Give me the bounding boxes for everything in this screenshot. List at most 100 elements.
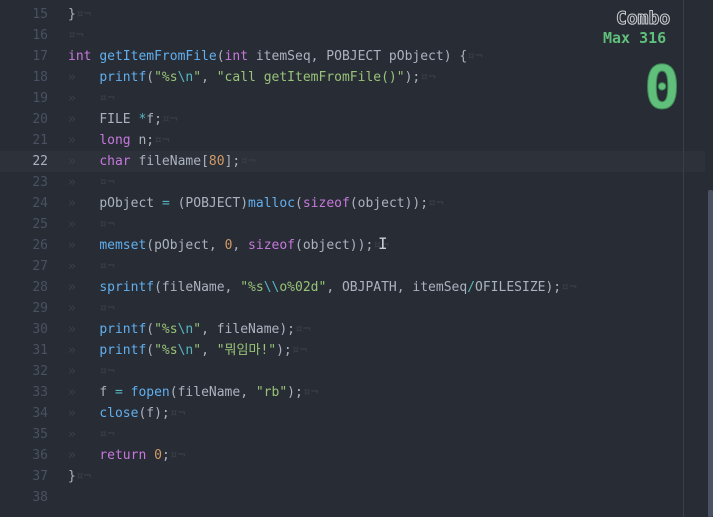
line-code[interactable]: » ¤¬	[68, 172, 115, 193]
invisible-char-marker: »	[68, 112, 100, 127]
combo-count-text: 0	[644, 58, 680, 114]
code-line[interactable]: 38	[0, 487, 705, 508]
code-token: "	[193, 343, 202, 358]
code-line[interactable]: 36 » return 0;¤¬	[0, 445, 705, 466]
code-line[interactable]: 32 » ¤¬	[0, 361, 705, 382]
code-token: memset	[99, 238, 147, 253]
line-code[interactable]: » pObject = (POBJECT)malloc(sizeof(objec…	[68, 193, 444, 214]
line-code[interactable]: » printf("%s\n", "call getItemFromFile()…	[68, 67, 436, 88]
line-code[interactable]: » close(f);¤¬	[68, 403, 185, 424]
code-token: \n	[177, 322, 194, 337]
code-line[interactable]: 35 » ¤¬	[0, 424, 705, 445]
code-token: );	[276, 343, 292, 358]
code-token: (	[146, 322, 155, 337]
line-code[interactable]: » printf("%s\n", fileName);¤¬	[68, 319, 311, 340]
line-code[interactable]: » f = fopen(fileName, "rb");¤¬	[68, 382, 318, 403]
code-line[interactable]: 31 » printf("%s\n", "뭐임마!");¤¬	[0, 340, 705, 361]
code-token: );	[287, 385, 303, 400]
invisible-char-marker: » ¤¬	[68, 175, 115, 190]
code-token: }	[68, 7, 76, 22]
code-line[interactable]: 30 » printf("%s\n", fileName);¤¬	[0, 319, 705, 340]
code-token: ,	[201, 70, 217, 85]
invisible-char-marker: ¤¬	[240, 154, 256, 169]
line-code[interactable]: » sprintf(fileName, "%s\\o%02d", OBJPATH…	[68, 277, 577, 298]
code-token: \n	[177, 343, 194, 358]
code-token: );	[404, 70, 421, 85]
code-token: "	[193, 322, 202, 337]
code-line[interactable]: 21 » long n;¤¬	[0, 130, 705, 151]
code-line[interactable]: 25 » ¤¬	[0, 214, 705, 235]
code-lines[interactable]: 15}¤¬ 16 ¤¬ 17 int getItemFromFile(int itemS…	[0, 4, 705, 508]
code-line[interactable]: 28 » sprintf(fileName, "%s\\o%02d", OBJPA…	[0, 277, 705, 298]
code-token: ];	[224, 154, 241, 169]
line-number: 23	[32, 175, 48, 190]
line-code[interactable]: ¤¬	[68, 25, 84, 46]
code-token: o%02d"	[279, 280, 327, 295]
code-line[interactable]: 20 » FILE *f;¤¬	[0, 109, 705, 130]
code-token: ;	[161, 448, 170, 463]
invisible-char-marker: ¤¬	[467, 49, 483, 64]
line-code[interactable]: » return 0;¤¬	[68, 445, 185, 466]
code-line[interactable]: 17 int getItemFromFile(int itemSeq, POBJE…	[0, 46, 705, 67]
code-token: /	[467, 280, 476, 295]
line-number: 22	[32, 154, 48, 169]
line-code[interactable]: » ¤¬	[68, 298, 115, 319]
line-number: 28	[32, 280, 48, 295]
line-number: 19	[32, 91, 48, 106]
code-line[interactable]: 26 » memset(pObject, 0, sizeof(object));¤…	[0, 235, 705, 256]
code-line[interactable]: 24 » pObject = (POBJECT)malloc(sizeof(obj…	[0, 193, 705, 214]
code-token: "뭐임마!"	[216, 343, 277, 358]
code-token: 0	[154, 448, 162, 463]
code-line[interactable]: 15}¤¬	[0, 4, 705, 25]
code-line[interactable]: 19 » ¤¬	[0, 88, 705, 109]
code-line[interactable]: 18 » printf("%s\n", "call getItemFromFile…	[0, 67, 705, 88]
line-number: 37	[32, 469, 48, 484]
code-line[interactable]: 34 » close(f);¤¬	[0, 403, 705, 424]
invisible-char-marker: ¤¬	[169, 448, 186, 463]
line-code[interactable]: » ¤¬	[68, 214, 115, 235]
line-code[interactable]: » ¤¬	[68, 256, 115, 277]
line-number: 20	[32, 112, 48, 127]
line-number: 15	[32, 7, 48, 22]
line-number: 27	[32, 259, 48, 274]
code-token: char	[99, 154, 131, 169]
invisible-char-marker: » ¤¬	[68, 301, 115, 316]
invisible-char-marker: » ¤¬	[68, 259, 115, 274]
invisible-char-marker: ¤¬	[75, 7, 92, 22]
line-number: 21	[32, 133, 48, 148]
line-code[interactable]: » FILE *f;¤¬	[68, 109, 178, 130]
line-code[interactable]: » memset(pObject, 0, sizeof(object));¤¬	[68, 235, 389, 256]
invisible-char-marker: »	[68, 322, 100, 337]
code-line[interactable]: 37 }¤¬	[0, 466, 705, 487]
code-token: (object));	[349, 196, 429, 211]
line-code[interactable]: » long n;¤¬	[68, 130, 170, 151]
line-code[interactable]: }¤¬	[68, 466, 91, 487]
code-line[interactable]: 29 » ¤¬	[0, 298, 705, 319]
invisible-char-marker: »	[68, 196, 100, 211]
code-token: itemSeq, POBJECT pObject) {	[248, 49, 468, 64]
line-code[interactable]: » ¤¬	[68, 361, 115, 382]
code-line[interactable]: 33 » f = fopen(fileName, "rb");¤¬	[0, 382, 705, 403]
code-token: FILE	[99, 112, 139, 127]
line-code[interactable]: » ¤¬	[68, 88, 115, 109]
code-token: fileName[	[130, 154, 209, 169]
line-number: 34	[32, 406, 48, 421]
code-line[interactable]: 23 » ¤¬	[0, 172, 705, 193]
code-token: (fileName,	[169, 385, 256, 400]
line-code[interactable]: » ¤¬	[68, 424, 115, 445]
line-code[interactable]: }¤¬	[68, 4, 91, 25]
line-code[interactable]: int getItemFromFile(int itemSeq, POBJECT…	[68, 46, 483, 67]
code-token: , OBJPATH, itemSeq	[326, 280, 468, 295]
line-code[interactable]: » char fileName[80];¤¬	[68, 151, 256, 172]
code-editor[interactable]: 15}¤¬ 16 ¤¬ 17 int getItemFromFile(int itemS…	[0, 0, 713, 517]
vertical-scrollbar-thumb[interactable]	[708, 190, 713, 517]
code-token: (f);	[138, 406, 170, 421]
line-code[interactable]: » printf("%s\n", "뭐임마!");¤¬	[68, 340, 307, 361]
code-token: sprintf	[99, 280, 155, 295]
code-line[interactable]: 22 » char fileName[80];¤¬	[0, 151, 705, 172]
code-line[interactable]: 16 ¤¬	[0, 25, 705, 46]
code-line[interactable]: 27 » ¤¬	[0, 256, 705, 277]
line-number: 26	[32, 238, 48, 253]
invisible-char-marker: ¤¬	[295, 322, 311, 337]
